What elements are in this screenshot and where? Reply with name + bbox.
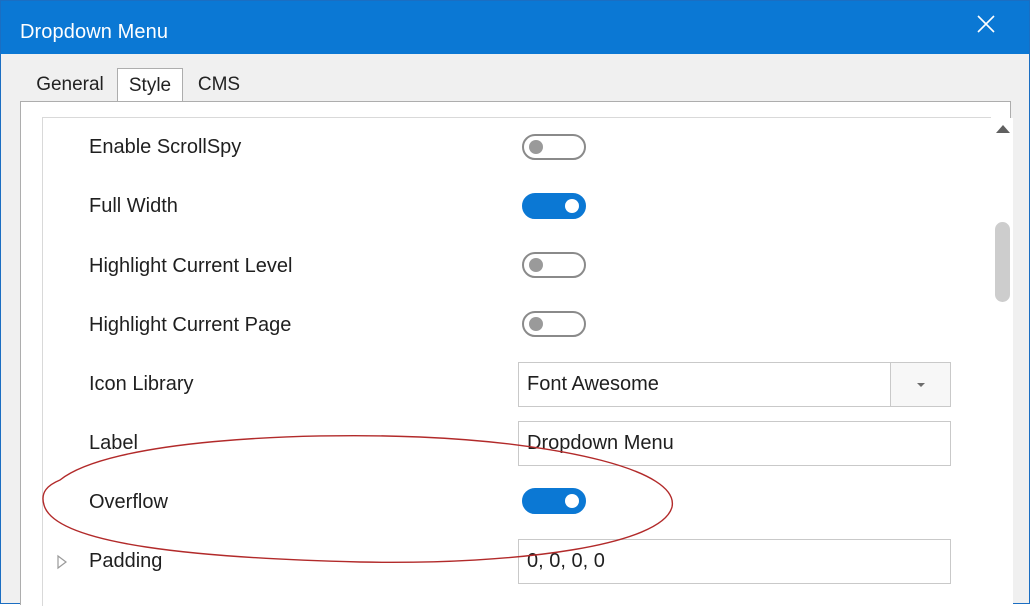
vertical-scrollbar[interactable] (993, 118, 1013, 607)
dropdown-button[interactable] (890, 363, 950, 406)
close-button[interactable] (961, 5, 1011, 43)
highlight-current-level-toggle[interactable] (522, 252, 586, 278)
full-width-toggle[interactable] (522, 193, 586, 219)
window-title: Dropdown Menu (20, 21, 169, 43)
enable-scrollspy-toggle[interactable] (522, 134, 586, 160)
label-input[interactable]: Dropdown Menu (518, 421, 951, 466)
icon-library-value: Font Awesome (527, 373, 659, 395)
toggle-knob (565, 494, 579, 508)
tab-strip: General Style CMS (1, 54, 1029, 102)
expand-arrow-icon[interactable] (55, 554, 69, 570)
toggle-knob (529, 258, 543, 272)
padding-input-value: 0, 0, 0, 0 (527, 550, 605, 572)
chevron-down-icon (916, 382, 925, 387)
scroll-up-button[interactable] (993, 124, 1013, 140)
property-label-overflow: Overflow (89, 491, 168, 513)
tab-label: CMS (197, 74, 241, 95)
property-label-full-width: Full Width (89, 195, 178, 217)
property-label-padding: Padding (89, 550, 163, 572)
triangle-up-icon (996, 125, 1010, 133)
dialog-window: Dropdown Menu General Style CMS Enable S… (0, 0, 1030, 607)
scroll-thumb[interactable] (995, 222, 1010, 302)
property-label-highlight-current-level: Highlight Current Level (89, 255, 293, 277)
title-bar: Dropdown Menu (1, 1, 1029, 54)
property-label-highlight-current-page: Highlight Current Page (89, 314, 292, 336)
icon-library-select[interactable]: Font Awesome (518, 362, 951, 407)
tab-label: Style (128, 74, 172, 96)
toggle-knob (529, 317, 543, 331)
label-input-value: Dropdown Menu (527, 432, 674, 454)
property-label-enable-scrollspy: Enable ScrollSpy (89, 136, 242, 158)
toggle-knob (565, 199, 579, 213)
overflow-toggle[interactable] (522, 488, 586, 514)
close-icon (977, 15, 995, 33)
toggle-knob (529, 140, 543, 154)
tab-style[interactable]: Style (117, 68, 183, 102)
property-grid: Enable ScrollSpy Full Width Highlight Cu… (42, 117, 1013, 607)
property-label-icon-library: Icon Library (89, 373, 194, 395)
padding-input[interactable]: 0, 0, 0, 0 (518, 539, 951, 584)
highlight-current-page-toggle[interactable] (522, 311, 586, 337)
tab-content-panel: Enable ScrollSpy Full Width Highlight Cu… (20, 101, 1013, 607)
tab-cms[interactable]: CMS (191, 69, 247, 101)
property-label-label: Label (89, 432, 138, 454)
tab-general[interactable]: General (32, 69, 108, 101)
tab-label: General (36, 74, 104, 95)
